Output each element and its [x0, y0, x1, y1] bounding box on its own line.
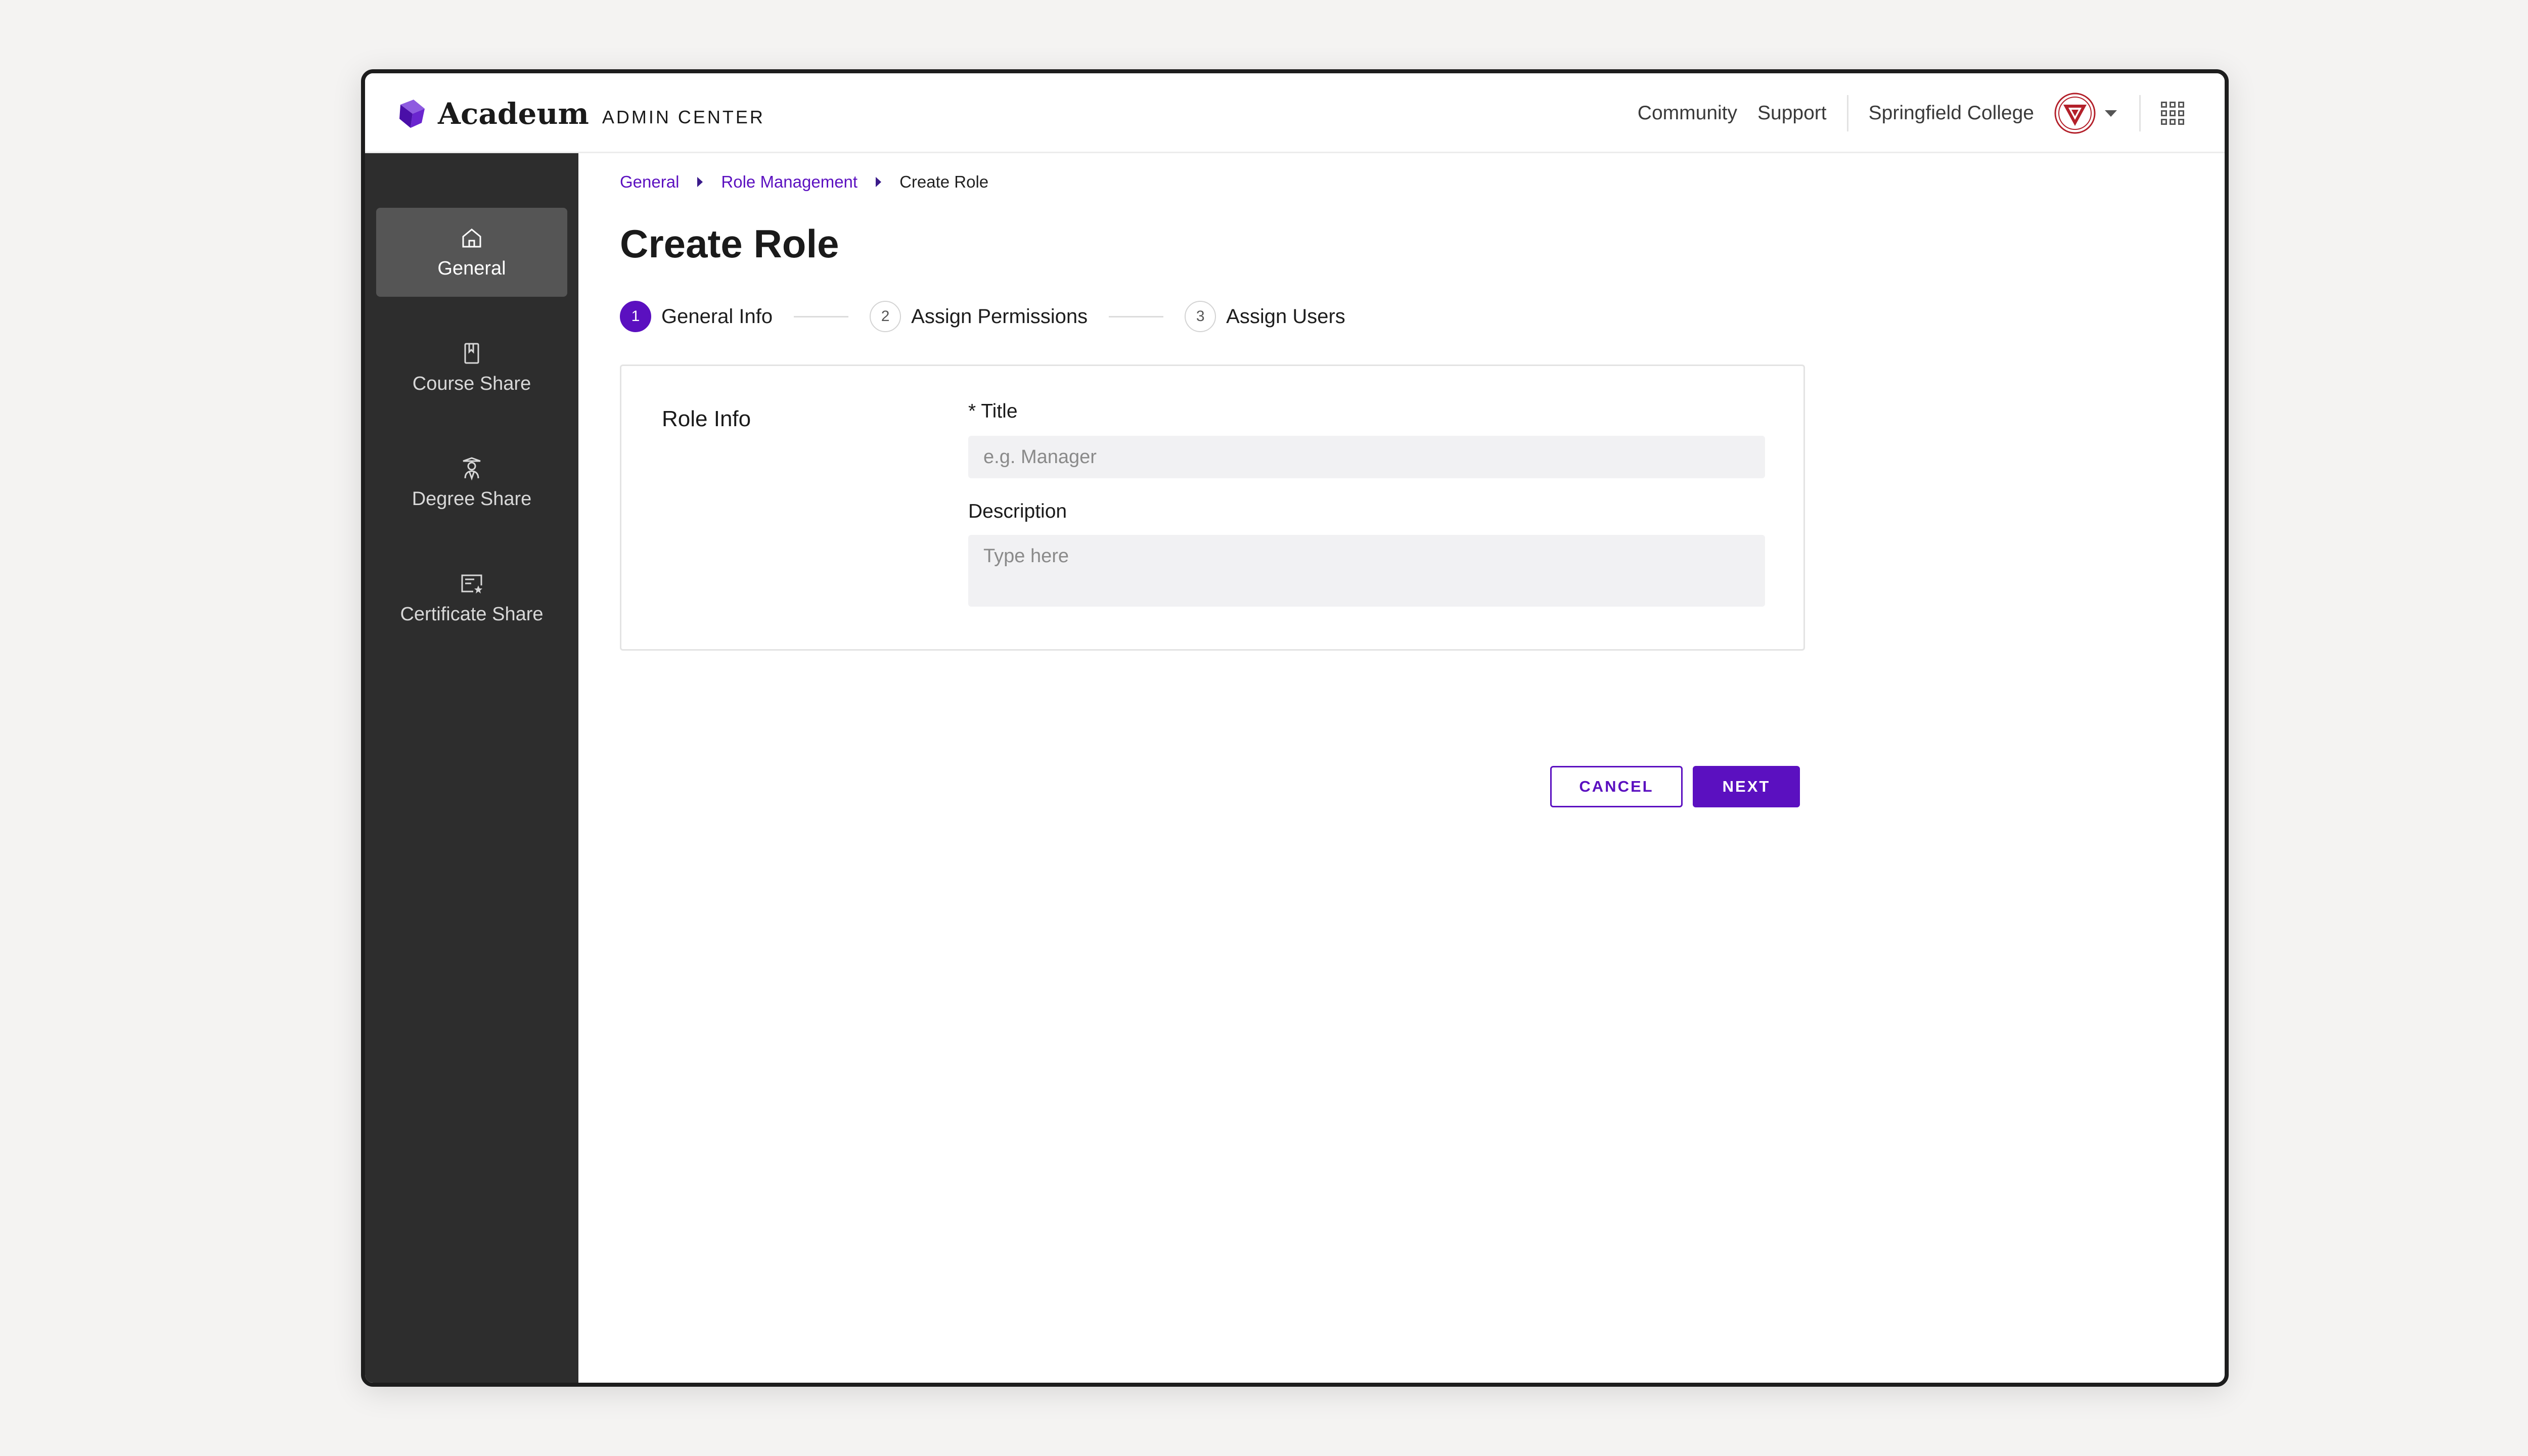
header-divider	[1846, 95, 1848, 131]
breadcrumb-separator-icon	[697, 177, 703, 187]
description-label: Description	[968, 500, 1067, 522]
step-assign-users: 3 Assign Users	[1185, 301, 1345, 332]
community-link[interactable]: Community	[1638, 102, 1737, 124]
breadcrumb-general[interactable]: General	[620, 172, 679, 192]
apps-grid-icon[interactable]	[2161, 102, 2184, 125]
sidebar-item-label: General	[437, 257, 506, 279]
support-link[interactable]: Support	[1757, 102, 1827, 124]
app-window: Acadeum ADMIN CENTER Community Support S…	[361, 69, 2229, 1387]
cancel-button[interactable]: CANCEL	[1550, 766, 1683, 807]
college-seal-icon[interactable]	[2054, 93, 2096, 134]
sidebar-item-label: Certificate Share	[400, 603, 544, 625]
chevron-down-icon[interactable]	[2105, 110, 2117, 117]
title-input[interactable]	[968, 436, 1765, 478]
brand-subtitle: ADMIN CENTER	[602, 107, 765, 127]
acadeum-logo-icon	[399, 100, 425, 128]
home-icon	[462, 228, 481, 247]
graduate-icon	[463, 457, 481, 480]
header-divider-2	[2139, 95, 2141, 131]
step-connector	[1109, 315, 1164, 317]
step-label: Assign Permissions	[911, 305, 1088, 328]
sidebar-item-general[interactable]: General	[376, 208, 567, 297]
step-number: 1	[620, 301, 651, 332]
title-label: * Title	[968, 400, 1018, 422]
breadcrumb: General Role Management Create Role	[620, 172, 988, 192]
page-title: Create Role	[620, 221, 839, 266]
step-general-info: 1 General Info	[620, 301, 773, 332]
sidebar-nav: General Course Share Degree Share Certif…	[365, 153, 578, 1383]
step-label: Assign Users	[1226, 305, 1345, 328]
brand-name: Acadeum	[438, 97, 589, 131]
step-number: 2	[870, 301, 901, 332]
description-input[interactable]	[968, 535, 1765, 607]
step-number: 3	[1185, 301, 1216, 332]
step-connector	[794, 315, 849, 317]
main-content: General Role Management Create Role Crea…	[578, 153, 2225, 1383]
step-assign-permissions: 2 Assign Permissions	[870, 301, 1088, 332]
institution-name[interactable]: Springfield College	[1869, 102, 2034, 124]
sidebar-item-degree-share[interactable]: Degree Share	[376, 438, 567, 527]
brand-logo[interactable]: Acadeum ADMIN CENTER	[395, 97, 765, 131]
certificate-icon	[461, 574, 482, 594]
next-button[interactable]: NEXT	[1693, 766, 1800, 807]
role-info-card: Role Info * Title Description	[620, 365, 1805, 651]
sidebar-item-course-share[interactable]: Course Share	[376, 323, 567, 412]
breadcrumb-role-management[interactable]: Role Management	[721, 172, 857, 192]
breadcrumb-separator-icon	[876, 177, 882, 187]
book-icon	[464, 343, 479, 363]
sidebar-item-label: Degree Share	[412, 488, 532, 510]
section-title: Role Info	[662, 406, 751, 431]
breadcrumb-current: Create Role	[899, 172, 989, 191]
top-header: Acadeum ADMIN CENTER Community Support S…	[365, 73, 2225, 153]
step-label: General Info	[661, 305, 773, 328]
header-actions: Community Support Springfield College	[1638, 73, 2225, 153]
stepper: 1 General Info 2 Assign Permissions 3 As…	[620, 301, 1345, 332]
sidebar-item-certificate-share[interactable]: Certificate Share	[376, 554, 567, 643]
sidebar-item-label: Course Share	[412, 373, 531, 394]
